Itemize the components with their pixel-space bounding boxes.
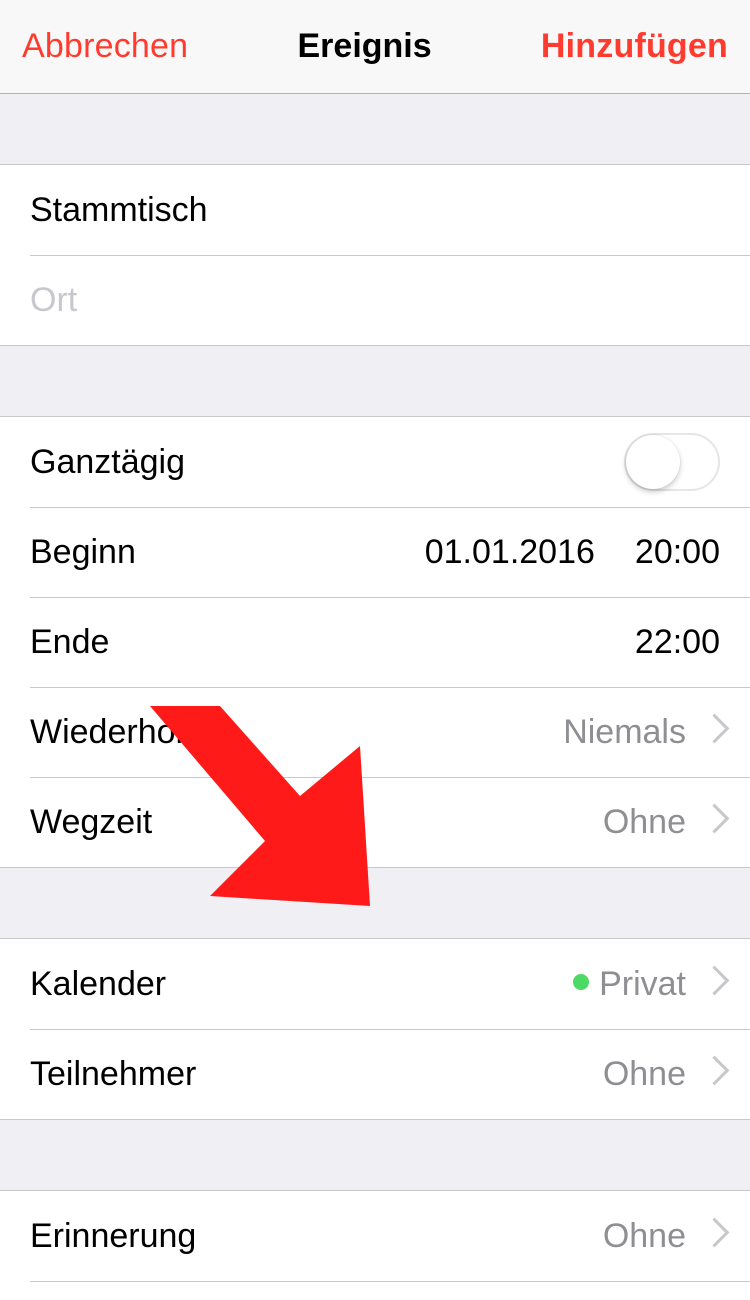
repeat-row[interactable]: Wiederholen Niemals (0, 687, 750, 777)
allday-label: Ganztägig (30, 443, 185, 482)
section-gap (0, 1120, 750, 1190)
chevron-right-icon (704, 718, 720, 746)
add-button[interactable]: Hinzufügen (541, 27, 728, 66)
show-as-row[interactable]: Zeigen als Beschäftigt (0, 1281, 750, 1300)
event-location-row[interactable] (0, 255, 750, 345)
calendar-row[interactable]: Kalender Privat (0, 939, 750, 1029)
invitees-label: Teilnehmer (30, 1055, 196, 1094)
start-row[interactable]: Beginn 01.01.2016 20:00 (0, 507, 750, 597)
repeat-value: Niemals (563, 713, 686, 752)
allday-row: Ganztägig (0, 417, 750, 507)
end-time-value: 22:00 (635, 623, 720, 662)
chevron-right-icon (704, 970, 720, 998)
chevron-right-icon (704, 1222, 720, 1250)
repeat-label: Wiederholen (30, 713, 221, 752)
end-row[interactable]: Ende 22:00 (0, 597, 750, 687)
travel-time-row[interactable]: Wegzeit Ohne (0, 777, 750, 867)
invitees-row[interactable]: Teilnehmer Ohne (0, 1029, 750, 1119)
cancel-button[interactable]: Abbrechen (22, 27, 188, 66)
start-time-value: 20:00 (635, 533, 720, 572)
event-title-input[interactable] (30, 191, 720, 230)
chevron-right-icon (704, 1060, 720, 1088)
nav-bar: Abbrechen Ereignis Hinzufügen (0, 0, 750, 94)
allday-toggle[interactable] (624, 433, 720, 491)
title-location-group (0, 164, 750, 346)
calendar-color-dot-icon (573, 974, 589, 990)
section-gap (0, 868, 750, 938)
section-gap (0, 94, 750, 164)
calendar-label: Kalender (30, 965, 166, 1004)
calendar-value: Privat (599, 965, 686, 1004)
alert-value: Ohne (603, 1217, 686, 1256)
start-date-value: 01.01.2016 (425, 533, 595, 572)
chevron-right-icon (704, 808, 720, 836)
travel-label: Wegzeit (30, 803, 152, 842)
event-location-input[interactable] (30, 281, 720, 320)
invitees-value: Ohne (603, 1055, 686, 1094)
alert-group: Erinnerung Ohne Zeigen als Beschäftigt (0, 1190, 750, 1300)
time-group: Ganztägig Beginn 01.01.2016 20:00 Ende 2… (0, 416, 750, 868)
end-label: Ende (30, 623, 109, 662)
alert-row[interactable]: Erinnerung Ohne (0, 1191, 750, 1281)
travel-value: Ohne (603, 803, 686, 842)
event-title-row[interactable] (0, 165, 750, 255)
alert-label: Erinnerung (30, 1217, 196, 1256)
page-title: Ereignis (298, 27, 432, 66)
section-gap (0, 346, 750, 416)
start-label: Beginn (30, 533, 136, 572)
calendar-group: Kalender Privat Teilnehmer Ohne (0, 938, 750, 1120)
